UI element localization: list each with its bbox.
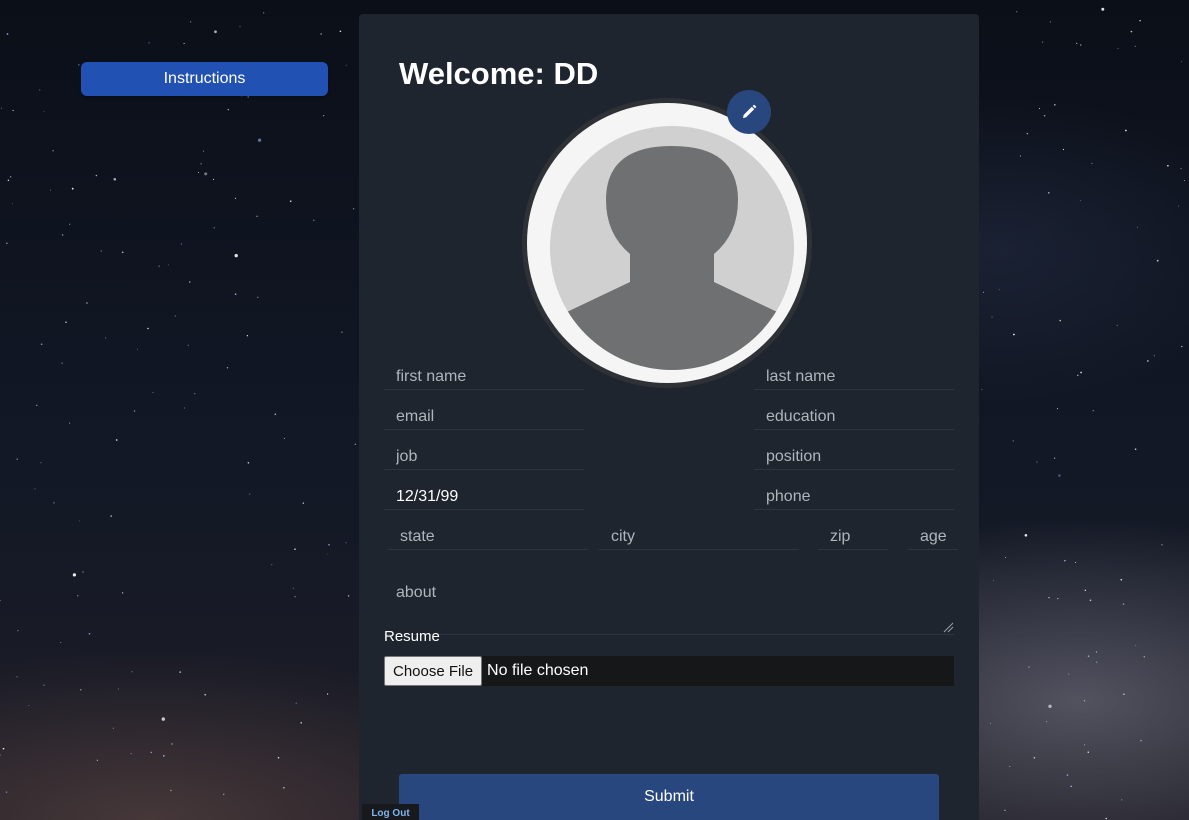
- state-input[interactable]: [388, 524, 588, 549]
- position-field[interactable]: [754, 444, 954, 470]
- logout-button[interactable]: Log Out: [362, 804, 419, 820]
- page-title: Welcome: DD: [399, 56, 599, 91]
- age-input[interactable]: [908, 524, 958, 549]
- birthday-input[interactable]: [384, 484, 584, 509]
- position-input[interactable]: [754, 444, 954, 469]
- last-name-input[interactable]: [754, 364, 954, 389]
- choose-file-button[interactable]: Choose File: [384, 656, 483, 686]
- education-input[interactable]: [754, 404, 954, 429]
- city-input[interactable]: [599, 524, 799, 549]
- phone-field[interactable]: [754, 484, 954, 510]
- submit-button[interactable]: Submit: [399, 774, 939, 820]
- file-status-text: No file chosen: [487, 662, 589, 679]
- zip-input[interactable]: [818, 524, 888, 549]
- education-field[interactable]: [754, 404, 954, 430]
- email-input[interactable]: [384, 404, 584, 429]
- profile-panel: Welcome: DD first name last name email e…: [359, 14, 979, 820]
- state-field[interactable]: [388, 524, 588, 550]
- about-textarea[interactable]: [384, 576, 954, 634]
- job-field[interactable]: [384, 444, 584, 470]
- resume-label: Resume: [384, 628, 440, 645]
- avatar-placeholder: [550, 126, 794, 370]
- birthday-field[interactable]: [384, 484, 584, 510]
- avatar-ring: [527, 103, 807, 383]
- avatar[interactable]: [522, 98, 812, 388]
- resume-file-input[interactable]: Choose File No file chosen: [384, 656, 954, 686]
- zip-field[interactable]: [818, 524, 888, 550]
- phone-input[interactable]: [754, 484, 954, 509]
- pencil-icon: [743, 104, 757, 118]
- person-silhouette-icon: [550, 146, 794, 370]
- first-name-field[interactable]: [384, 364, 584, 390]
- about-field[interactable]: [384, 576, 954, 635]
- email-field[interactable]: [384, 404, 584, 430]
- resize-handle-icon[interactable]: [943, 622, 954, 633]
- age-field[interactable]: [908, 524, 958, 550]
- instructions-button[interactable]: Instructions: [81, 62, 328, 96]
- edit-avatar-button[interactable]: [727, 90, 771, 134]
- city-field[interactable]: [599, 524, 799, 550]
- last-name-field[interactable]: [754, 364, 954, 390]
- first-name-input[interactable]: [384, 364, 584, 389]
- job-input[interactable]: [384, 444, 584, 469]
